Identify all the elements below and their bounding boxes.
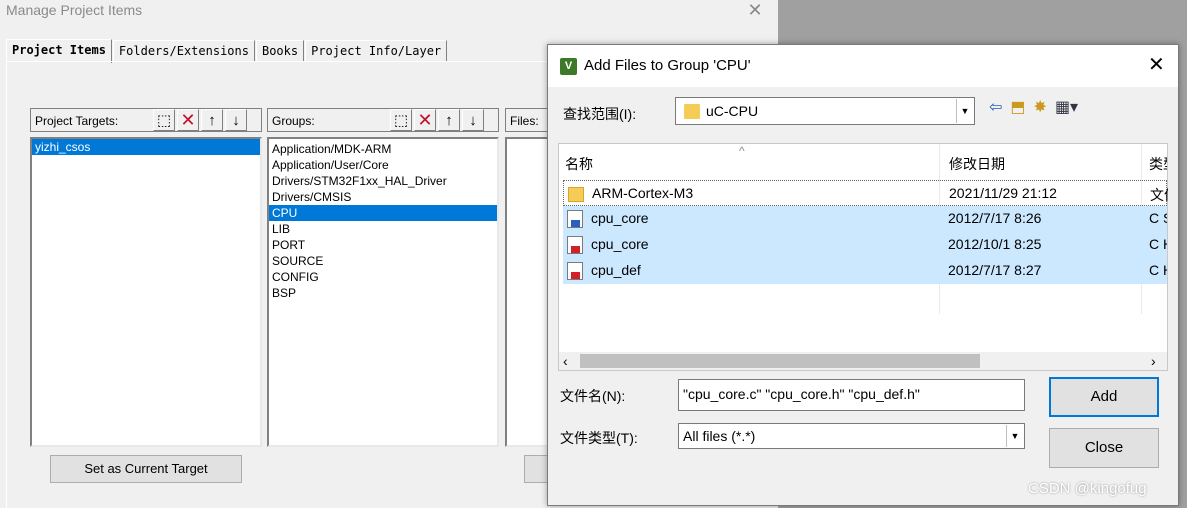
back-arrow-icon[interactable]: ⇦ — [989, 97, 1002, 119]
list-item[interactable]: LIB — [269, 221, 497, 237]
move-up-icon[interactable]: ↑ — [201, 109, 223, 131]
move-down-icon[interactable]: ↓ — [225, 109, 247, 131]
file-type: C Header — [1149, 236, 1167, 252]
look-in-label: 查找范围(I): — [563, 106, 637, 122]
targets-toolbar: ⬚ ✕ ↑ ↓ — [153, 109, 247, 131]
file-list-view[interactable]: ^ 名称 修改日期 类型 ARM-Cortex-M3 2021/11/29 21… — [558, 143, 1168, 371]
column-header-date[interactable]: 修改日期 — [949, 154, 1005, 174]
c-source-file-icon — [567, 210, 583, 228]
filetype-value: All files (*.*) — [683, 428, 756, 444]
file-date: 2012/10/1 8:25 — [948, 236, 1042, 252]
list-item[interactable]: BSP — [269, 285, 497, 301]
filetype-label: 文件类型(T): — [560, 430, 638, 446]
groups-toolbar: ⬚ ✕ ↑ ↓ — [390, 109, 484, 131]
sort-ascending-icon: ^ — [739, 144, 745, 158]
add-button[interactable]: Add — [1049, 377, 1159, 417]
column-headers: ^ 名称 修改日期 类型 — [559, 144, 1167, 180]
file-row[interactable]: cpu_def 2012/7/17 8:27 C Header — [563, 258, 1167, 284]
list-item[interactable]: CPU — [269, 205, 497, 221]
tab-strip: Project Items Folders/Extensions Books P… — [6, 38, 448, 63]
filename-input[interactable]: "cpu_core.c" "cpu_core.h" "cpu_def.h" — [678, 379, 1025, 411]
close-icon[interactable]: ✕ — [1148, 55, 1165, 75]
file-row[interactable]: cpu_core 2012/7/17 8:26 C Source — [563, 206, 1167, 232]
list-item[interactable]: Application/User/Core — [269, 157, 497, 173]
column-header-name[interactable]: 名称 — [565, 154, 593, 174]
tab-books[interactable]: Books — [255, 40, 305, 62]
close-icon[interactable]: ✕ — [742, 0, 768, 20]
delete-icon[interactable]: ✕ — [177, 109, 199, 131]
horizontal-scrollbar[interactable]: ‹ › — [559, 352, 1167, 370]
watermark: CSDN @kingofug — [1028, 480, 1147, 497]
list-item[interactable]: yizhi_csos — [32, 139, 260, 155]
close-button[interactable]: Close — [1049, 428, 1159, 468]
files-label: Files: — [505, 108, 550, 132]
list-item[interactable]: PORT — [269, 237, 497, 253]
file-date: 2021/11/29 21:12 — [949, 185, 1057, 201]
tab-folders-extensions[interactable]: Folders/Extensions — [112, 40, 255, 62]
view-menu-icon[interactable]: ▦▾ — [1055, 97, 1078, 119]
column-header-type[interactable]: 类型 — [1149, 154, 1167, 174]
filetype-dropdown[interactable]: All files (*.*) ▼ — [678, 423, 1025, 449]
file-name: ARM-Cortex-M3 — [592, 185, 694, 201]
c-header-file-icon — [567, 236, 583, 254]
chevron-down-icon[interactable]: ▼ — [956, 99, 973, 123]
file-row[interactable]: cpu_core 2012/10/1 8:25 C Header — [563, 232, 1167, 258]
look-in-dropdown[interactable]: uC-CPU ▼ — [675, 97, 975, 125]
folder-icon — [684, 104, 700, 119]
new-folder-icon[interactable]: ✸ — [1034, 97, 1047, 119]
new-icon[interactable]: ⬚ — [153, 109, 175, 131]
file-row[interactable]: ARM-Cortex-M3 2021/11/29 21:12 文件夹 — [563, 180, 1168, 206]
keil-app-icon: V — [560, 58, 577, 75]
folder-icon — [568, 187, 584, 202]
list-item[interactable]: Application/MDK-ARM — [269, 141, 497, 157]
groups-list[interactable]: Application/MDK-ARM Application/User/Cor… — [267, 137, 499, 447]
file-date: 2012/7/17 8:26 — [948, 210, 1042, 226]
look-in-value: uC-CPU — [706, 103, 759, 119]
c-header-file-icon — [567, 262, 583, 280]
project-targets-list[interactable]: yizhi_csos — [30, 137, 262, 447]
chevron-right-icon[interactable]: › — [1151, 352, 1156, 370]
files-list[interactable] — [505, 137, 550, 447]
move-up-icon[interactable]: ↑ — [438, 109, 460, 131]
chevron-down-icon[interactable]: ▼ — [1006, 425, 1023, 447]
dialog-title: Add Files to Group 'CPU' — [584, 57, 751, 74]
chevron-left-icon[interactable]: ‹ — [563, 352, 568, 370]
list-item[interactable]: Drivers/CMSIS — [269, 189, 497, 205]
tab-project-info-layer[interactable]: Project Info/Layer — [305, 40, 448, 62]
add-files-dialog: V Add Files to Group 'CPU' ✕ 查找范围(I): uC… — [547, 44, 1179, 506]
files-label-text: Files: — [510, 114, 539, 128]
scrollbar-thumb[interactable] — [580, 354, 980, 368]
file-type: C Source — [1149, 210, 1167, 226]
delete-icon[interactable]: ✕ — [414, 109, 436, 131]
list-item[interactable]: Drivers/STM32F1xx_HAL_Driver — [269, 173, 497, 189]
groups-label-text: Groups: — [272, 114, 315, 128]
file-type: 文件夹 — [1150, 187, 1168, 203]
dialog-titlebar: V Add Files to Group 'CPU' ✕ — [548, 45, 1178, 87]
file-type: C Header — [1149, 262, 1167, 278]
up-folder-icon[interactable]: ⬒ — [1010, 97, 1025, 119]
file-date: 2012/7/17 8:27 — [948, 262, 1042, 278]
navigation-toolbar: ⇦ ⬒ ✸ ▦▾ — [989, 97, 1078, 119]
window-title: Manage Project Items — [6, 2, 143, 18]
file-name: cpu_def — [591, 262, 641, 278]
move-down-icon[interactable]: ↓ — [462, 109, 484, 131]
tab-project-items[interactable]: Project Items — [6, 39, 112, 63]
filename-label: 文件名(N): — [560, 388, 626, 404]
set-as-current-target-button[interactable]: Set as Current Target — [50, 455, 242, 483]
project-targets-label-text: Project Targets: — [35, 114, 119, 128]
file-name: cpu_core — [591, 210, 649, 226]
new-icon[interactable]: ⬚ — [390, 109, 412, 131]
list-item[interactable]: SOURCE — [269, 253, 497, 269]
list-item[interactable]: CONFIG — [269, 269, 497, 285]
file-name: cpu_core — [591, 236, 649, 252]
